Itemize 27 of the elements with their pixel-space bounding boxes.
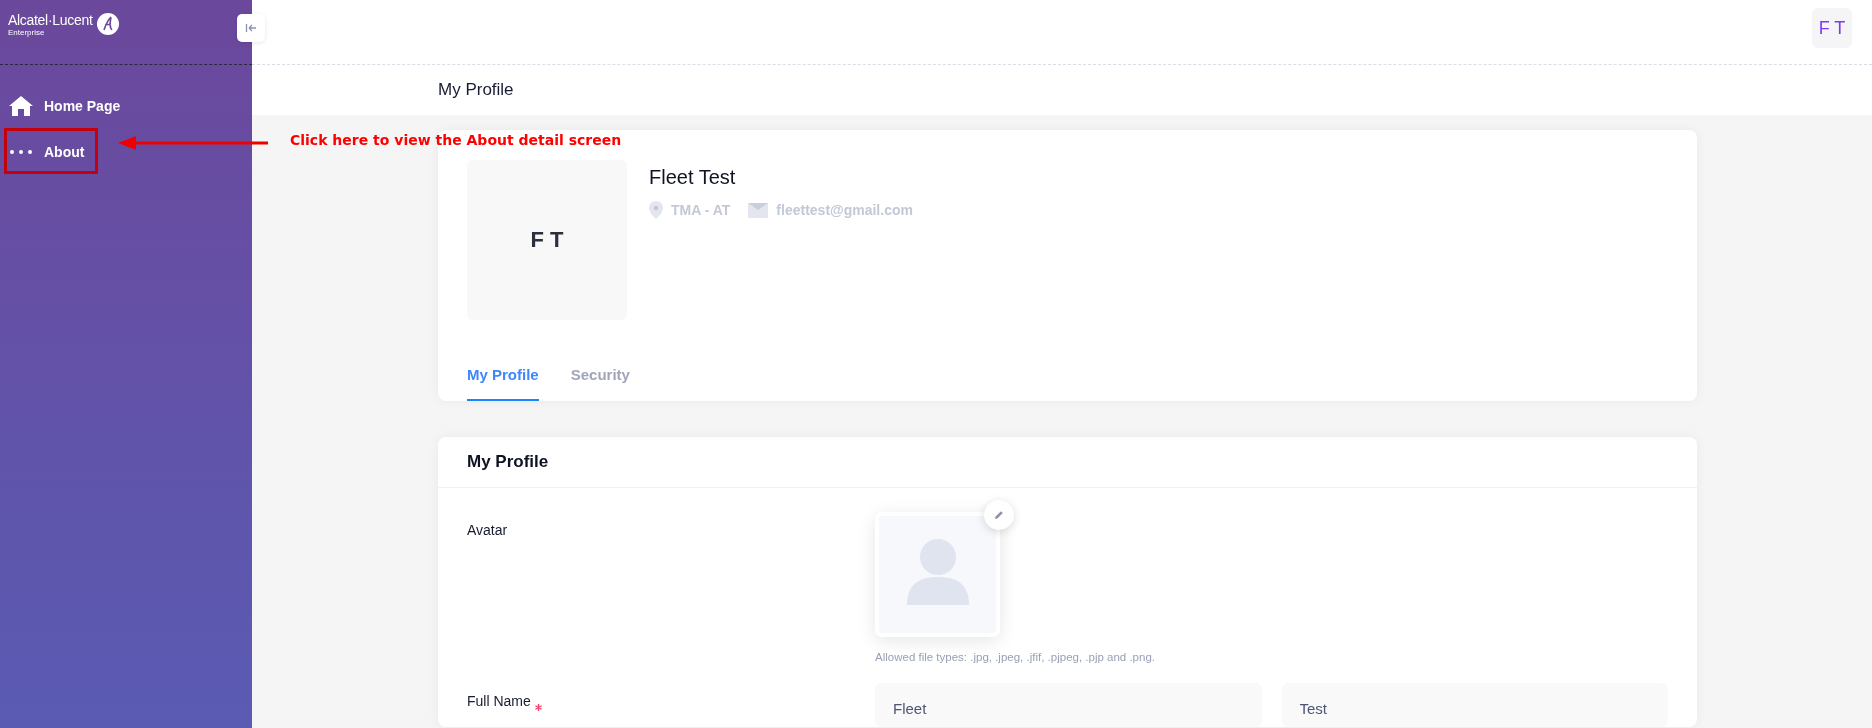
last-name-field[interactable]: Test [1281, 683, 1668, 727]
home-icon [8, 95, 34, 117]
page-title: My Profile [438, 80, 514, 100]
brand-name: Alcatel·Lucent [8, 12, 93, 28]
user-avatar[interactable]: F T [1812, 8, 1852, 48]
more-icon [8, 149, 34, 155]
section-title: My Profile [467, 452, 549, 472]
field-label: Avatar [467, 522, 508, 538]
profile-initials: F T [467, 160, 627, 320]
email-text: fleettest@gmail.com [776, 202, 913, 218]
collapse-button[interactable] [237, 14, 265, 42]
first-name-field[interactable]: Fleet [875, 683, 1262, 727]
collapse-icon [245, 22, 257, 34]
nav-item[interactable]: Home Page [8, 93, 121, 119]
mail-icon [748, 202, 769, 218]
brand-subtitle: Enterprise [8, 28, 46, 38]
annotation-text: Click here to view the About detail screen [290, 132, 622, 148]
hint-text: Allowed file types: .jpg, .jpeg, .jfif, .pjpeg, .pjp and .png. [875, 651, 1155, 663]
pencil-icon [993, 509, 1005, 521]
field-label: Full Name [467, 693, 531, 709]
location-icon [649, 201, 663, 219]
location-text: TMA - AT [671, 202, 731, 218]
logo-icon [95, 12, 120, 36]
edit-avatar-button[interactable] [984, 500, 1014, 530]
profile-name: Fleet Test [649, 166, 737, 189]
nav-item[interactable]: About [8, 139, 85, 165]
tab[interactable]: My Profile [467, 366, 539, 401]
